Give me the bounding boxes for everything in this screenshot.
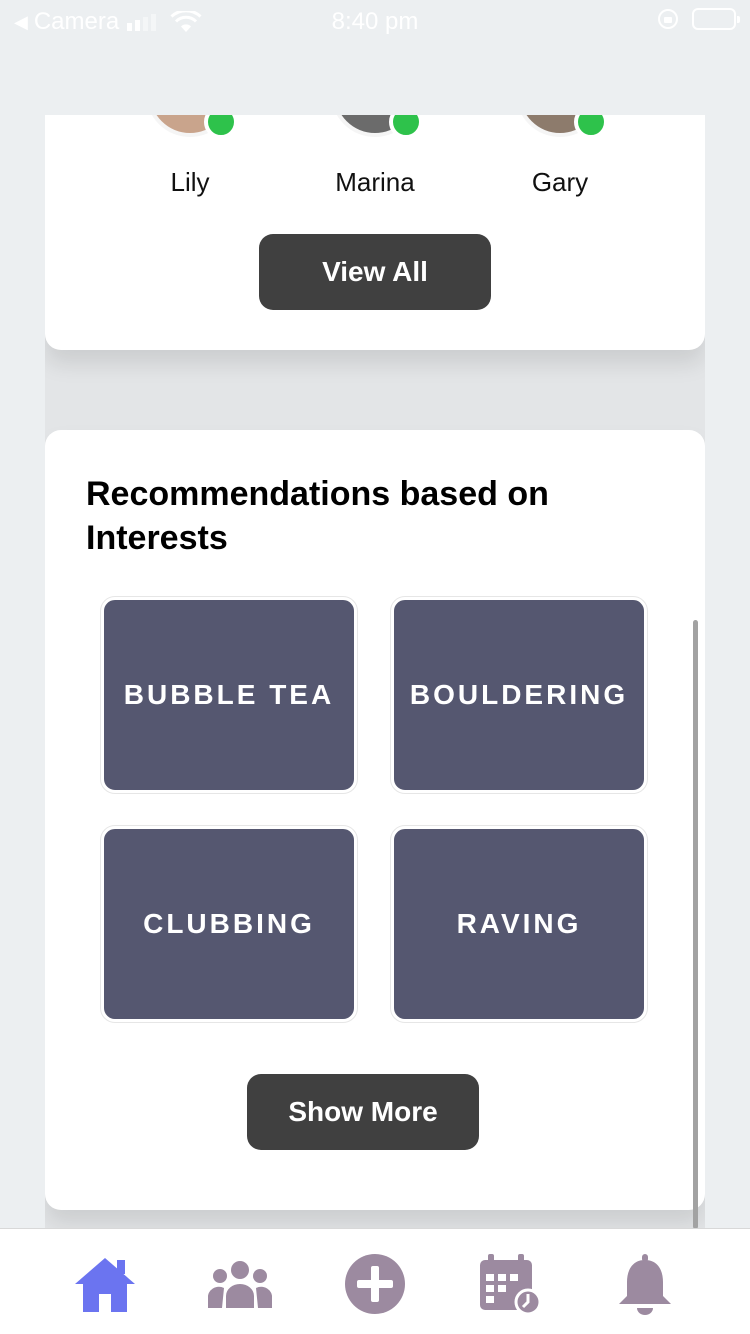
online-status-dot — [389, 115, 423, 139]
tab-home[interactable] — [72, 1251, 138, 1317]
people-icon — [208, 1261, 272, 1308]
friend-name: Lily — [170, 167, 210, 197]
battery-icon — [692, 8, 740, 30]
tab-bar — [0, 1228, 750, 1334]
content-scroll-area[interactable]: Lily Marina Gary View All Recommendation… — [45, 115, 705, 1229]
status-time: 8:40 pm — [331, 8, 419, 35]
friend-name: Marina — [335, 167, 415, 197]
tab-create[interactable] — [342, 1251, 408, 1317]
section-title: Recommendations based on Interests — [86, 475, 549, 557]
interest-tile-bubble-tea[interactable]: BUBBLE TEA — [101, 597, 357, 793]
friend-name: Gary — [531, 167, 589, 197]
friends-card: Lily Marina Gary View All — [45, 115, 705, 350]
home-screen: ◀ Camera 8:40 pm Lily Marina Gary View A… — [0, 0, 750, 1334]
interest-tile-bouldering[interactable]: BOULDERING — [391, 597, 647, 793]
status-right — [658, 8, 740, 30]
interests-card: Recommendations based on Interests BUBBL… — [45, 430, 705, 1210]
add-circle-icon — [345, 1254, 405, 1314]
show-more-button[interactable]: Show More — [247, 1074, 479, 1150]
calendar-icon — [480, 1254, 542, 1316]
orientation-lock-icon — [658, 9, 678, 29]
tab-friends[interactable] — [207, 1251, 273, 1317]
status-bar: ◀ Camera 8:40 pm — [0, 0, 750, 42]
scrollbar[interactable] — [693, 620, 698, 1229]
bell-icon — [619, 1254, 671, 1315]
view-all-button[interactable]: View All — [259, 234, 491, 310]
home-icon — [75, 1258, 135, 1312]
tab-notifications[interactable] — [612, 1251, 678, 1317]
online-status-dot — [574, 115, 608, 139]
online-status-dot — [204, 115, 238, 139]
interest-tile-clubbing[interactable]: CLUBBING — [101, 826, 357, 1022]
interest-tile-raving[interactable]: RAVING — [391, 826, 647, 1022]
tab-events[interactable] — [477, 1251, 543, 1317]
